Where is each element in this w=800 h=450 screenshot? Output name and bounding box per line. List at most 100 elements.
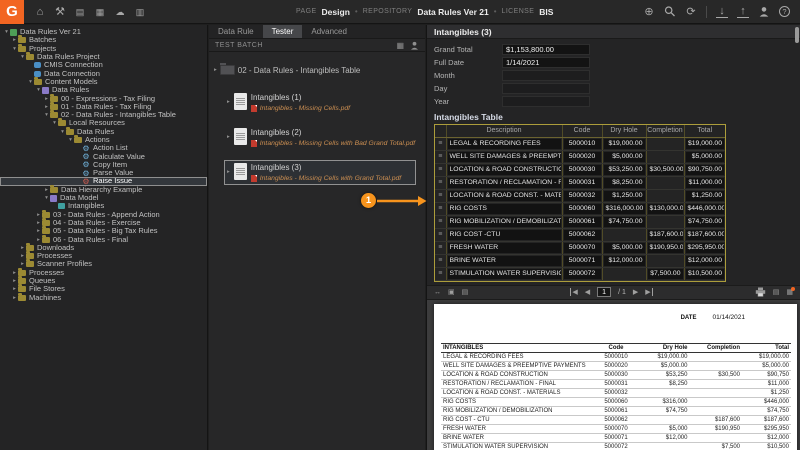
test-document-intangibles-3[interactable]: ▸Intangibles (3)Intangibles - Missing Ce… [224,160,416,185]
cell-value[interactable]: $5,000.00 [604,152,645,162]
expand-arrow-icon[interactable]: ▸ [43,186,50,194]
field-value-input[interactable]: $1,153,800.00 [502,44,590,55]
cell-description[interactable]: LEGAL & RECORDING FEES [448,139,561,149]
cell-value[interactable]: 5000032 [564,191,601,201]
tree-item-content-models[interactable]: ▾Content Models [0,78,207,86]
cell-value[interactable]: $12,000.00 [686,256,725,266]
grid-icon[interactable]: ▦ [396,41,404,50]
expand-arrow-icon[interactable]: ▸ [19,252,26,260]
cell-value[interactable]: $19,000.00 [604,139,645,149]
column-header[interactable]: Dry Hole [602,125,646,137]
row-expander-icon[interactable]: ≡ [435,150,446,163]
expand-arrow-icon[interactable]: ▸ [214,67,217,73]
cell-description[interactable]: FRESH WATER [448,243,561,253]
table-row[interactable]: ≡RIG COSTS5000060$316,000.00$130,000.00$… [435,202,725,215]
prev-page-icon[interactable]: ◀ [585,288,590,296]
table-row[interactable]: ≡LOCATION & ROAD CONSTRUCTION5000030$53,… [435,163,725,176]
tree-item-projects[interactable]: ▾Projects [0,45,207,53]
tree-item-cmis-connection[interactable]: CMIS Connection [0,61,207,69]
tree-item-06-data-rules-final[interactable]: ▸06 - Data Rules - Final [0,235,207,243]
column-header[interactable]: Total [684,125,725,137]
cell-value[interactable]: $5,000.00 [686,152,725,162]
app-logo[interactable]: G [0,0,24,24]
expand-arrow-icon[interactable]: ▸ [11,294,18,302]
cell-value[interactable]: $7,500.00 [648,269,683,279]
expand-arrow-icon[interactable]: ▸ [35,211,42,219]
cell-value[interactable]: $90,750.00 [686,165,725,175]
expand-arrow-icon[interactable]: ▸ [227,169,230,175]
expand-arrow-icon[interactable]: ▸ [11,269,18,277]
document-page[interactable]: DATE01/14/2021 INTANGIBLES Code Dry Hole… [434,304,797,450]
expand-arrow-icon[interactable]: ▾ [43,194,50,202]
expand-arrow-icon[interactable]: ▸ [35,219,42,227]
search-icon[interactable] [664,6,676,17]
tree-item-machines[interactable]: ▸Machines [0,294,207,302]
add-user-icon[interactable] [410,41,419,50]
download-icon[interactable]: ↓ [716,5,728,18]
tab-data-rule[interactable]: Data Rule [209,25,263,38]
column-header[interactable]: Completion [646,125,684,137]
storage-icon[interactable]: ▦ [94,0,106,24]
cell-value[interactable]: 5000060 [564,204,601,214]
cell-value[interactable]: $1,250.00 [686,191,725,201]
upload-icon[interactable]: ↑ [737,5,749,18]
last-page-icon[interactable]: ▶ [645,288,652,296]
cell-value[interactable]: $5,000.00 [604,243,645,253]
tab-advanced[interactable]: Advanced [302,25,356,38]
row-expander-icon[interactable]: ≡ [435,189,446,202]
cloud-icon[interactable]: ☁ [114,0,126,24]
table-row[interactable]: ≡FRESH WATER5000070$5,000.00$190,950.00$… [435,241,725,254]
expand-arrow-icon[interactable]: ▸ [35,227,42,235]
row-expander-icon[interactable]: ≡ [435,176,446,189]
expand-arrow-icon[interactable]: ▾ [35,86,42,94]
marker-icon[interactable]: ▦ [786,288,793,296]
column-header[interactable]: Code [562,125,602,137]
row-expander-icon[interactable]: ≡ [435,254,446,267]
cell-value[interactable]: $446,000.00 [686,204,725,214]
user-icon[interactable] [758,6,770,17]
batch-folder-row[interactable]: ▸ 02 - Data Rules - Intangibles Table [214,60,425,80]
expand-arrow-icon[interactable]: ▸ [43,103,50,111]
cell-value[interactable]: $30,500.00 [648,165,683,175]
row-expander-icon[interactable]: ≡ [435,228,446,241]
cell-value[interactable]: $187,600.00 [686,230,725,240]
expand-arrow-icon[interactable]: ▾ [43,111,50,119]
thumbnails-icon[interactable]: ▤ [462,288,469,296]
table-row[interactable]: ≡LEGAL & RECORDING FEES5000010$19,000.00… [435,137,725,150]
cell-value[interactable]: $130,000.00 [648,204,683,214]
cell-value[interactable]: $74,750.00 [604,217,645,227]
row-expander-icon[interactable]: ≡ [435,137,446,150]
scrollbar-thumb[interactable] [795,27,799,43]
cell-description[interactable]: BRINE WATER [448,256,561,266]
field-value-input[interactable] [502,83,590,94]
cell-value[interactable]: 5000031 [564,178,601,188]
page-number-input[interactable]: 1 [597,287,611,297]
test-document-intangibles-1[interactable]: ▸Intangibles (1)Intangibles - Missing Ce… [224,90,416,115]
help-icon[interactable]: ? [779,6,790,17]
expand-arrow-icon[interactable]: ▸ [43,95,50,103]
expand-arrow-icon[interactable]: ▸ [11,36,18,44]
expand-arrow-icon[interactable]: ▸ [11,285,18,293]
cell-value[interactable]: 5000062 [564,230,601,240]
tab-tester[interactable]: Tester [263,25,303,38]
expand-arrow-icon[interactable]: ▾ [59,128,66,136]
table-row[interactable]: ≡STIMULATION WATER SUPERVISION5000072$7,… [435,267,725,280]
cell-description[interactable]: RIG COSTS [448,204,561,214]
cell-value[interactable]: $74,750.00 [686,217,725,227]
field-value-input[interactable] [502,70,590,81]
tree-item-downloads[interactable]: ▸Downloads [0,244,207,252]
table-row[interactable]: ≡RIG COST -CTU5000062$187,600.00$187,600… [435,228,725,241]
tree-item-data-connection[interactable]: Data Connection [0,69,207,77]
expand-arrow-icon[interactable]: ▾ [19,53,26,61]
cell-value[interactable]: $295,950.00 [686,243,725,253]
tools-icon[interactable]: ⚒ [54,0,66,24]
table-row[interactable]: ≡LOCATION & ROAD CONST. - MATERIALS50000… [435,189,725,202]
cell-value[interactable]: 5000010 [564,139,601,149]
cell-value[interactable]: $10,500.00 [686,269,725,279]
expand-arrow-icon[interactable]: ▾ [67,136,74,144]
row-expander-icon[interactable]: ≡ [435,163,446,176]
cell-value[interactable]: $316,000.00 [604,204,645,214]
cell-description[interactable]: STIMULATION WATER SUPERVISION [448,269,561,279]
cell-value[interactable]: 5000071 [564,256,601,266]
cell-value[interactable]: 5000070 [564,243,601,253]
